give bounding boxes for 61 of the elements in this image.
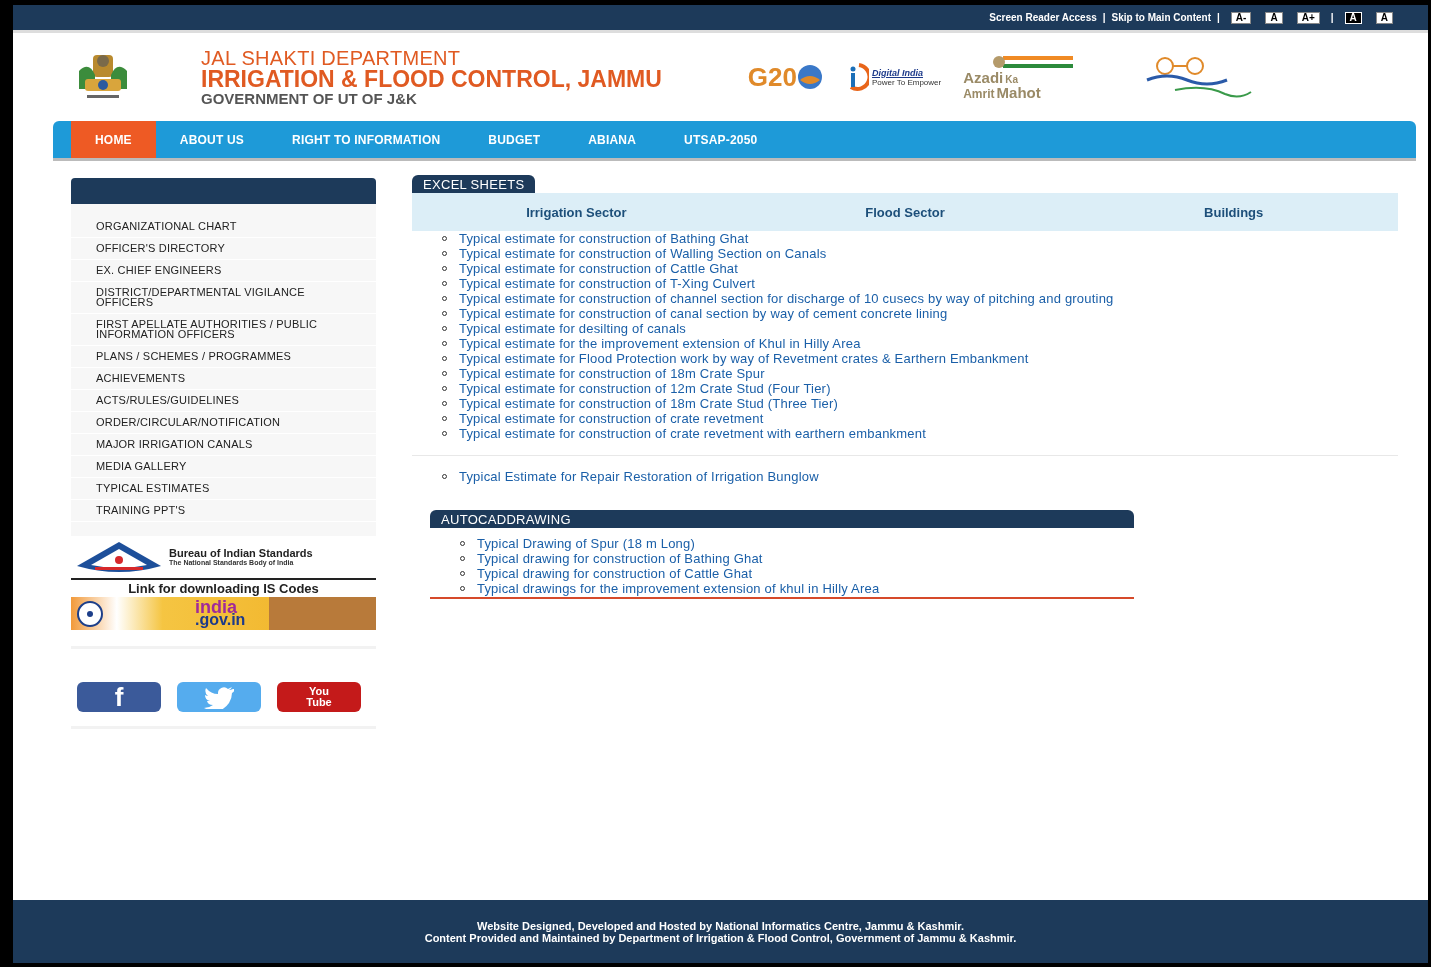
sector-tab[interactable]: Irrigation Sector xyxy=(412,204,741,220)
sidebar-item[interactable]: ACTS/RULES/GUIDELINES xyxy=(71,390,376,412)
font-size-button[interactable]: A+ xyxy=(1296,11,1320,24)
document-link[interactable]: Typical estimate for construction of 18m Crate Spur xyxy=(459,366,765,381)
document-link[interactable]: Typical estimate for construction of channel section for discharge of 10 cusecs by way of pitching and grouting xyxy=(459,291,1114,306)
section-heading: EXCEL SHEETS xyxy=(412,175,536,193)
sidebar-item[interactable]: ACHIEVEMENTS xyxy=(71,368,376,390)
document-link[interactable]: Typical Estimate for Repair Restoration of Irrigation Bunglow xyxy=(459,469,819,484)
youtube-button[interactable]: You Tube xyxy=(277,682,361,712)
font-size-button[interactable]: A xyxy=(1375,11,1393,24)
logo[interactable]: Digital India Power To Empower xyxy=(845,63,942,91)
bis-title: Bureau of Indian Standards xyxy=(169,548,313,559)
separator: | xyxy=(1101,12,1107,23)
footer-text: Website Designed, Developed and Hosted by National Informatics Centre, Jammu & Kashmir. xyxy=(477,919,964,932)
document-link[interactable]: Typical estimate for construction of canal section by way of cement concrete lining xyxy=(459,306,948,321)
sidebar-item[interactable]: PLANS / SCHEMES / PROGRAMMES xyxy=(71,346,376,368)
facebook-button[interactable]: f xyxy=(77,682,161,712)
sidebar-item[interactable]: EX. CHIEF ENGINEERS xyxy=(71,260,376,282)
document-link[interactable]: Typical estimate for construction of 12m Crate Stud (Four Tier) xyxy=(459,381,831,396)
sidebar-item[interactable]: TYPICAL ESTIMATES xyxy=(71,478,376,500)
separator: | xyxy=(1329,12,1335,23)
document-link[interactable]: Typical estimate for the improvement extension of Khul in Hilly Area xyxy=(459,336,861,351)
separator: | xyxy=(1216,12,1221,23)
sector-tab[interactable]: Flood Sector xyxy=(740,204,1070,220)
document-link[interactable]: Typical drawings for the improvement extension of khul in Hilly Area xyxy=(477,581,880,596)
top-link[interactable]: Screen Reader Access xyxy=(989,12,1097,23)
globe-icon xyxy=(797,64,823,90)
document-link[interactable]: Typical estimate for desilting of canals xyxy=(459,321,686,336)
site-title: IRRIGATION & FLOOD CONTROL, JAMMU xyxy=(201,68,662,91)
department-name: JAL SHAKTI DEPARTMENT xyxy=(201,48,462,68)
bird-icon xyxy=(204,685,234,709)
document-link[interactable]: Typical estimate for construction of crate revetment xyxy=(459,411,764,426)
document-link[interactable]: Typical Drawing of Spur (18 m Long) xyxy=(477,536,695,551)
document-link[interactable]: Typical estimate for construction of Cattle Ghat xyxy=(459,261,739,276)
sidebar-item[interactable]: MEDIA GALLERY xyxy=(71,456,376,478)
sidebar-item[interactable]: FIRST APELLATE AUTHORITIES / PUBLIC INFORMATION OFFICERS xyxy=(71,314,376,346)
document-link[interactable]: Typical estimate for construction of Walling Section on Canals xyxy=(459,246,827,261)
footer-text: Content Provided and Maintained by Department of Irrigation & Flood Control, Government of Jammu & Kashmir. xyxy=(424,931,1017,944)
document-link[interactable]: Typical estimate for construction of Bathing Ghat xyxy=(459,231,749,246)
government-name: GOVERNMENT OF UT OF J&K xyxy=(201,91,418,106)
document-link[interactable]: Typical drawing for construction of Bathing Ghat xyxy=(477,551,763,566)
section-heading: AUTOCADDRAWING xyxy=(430,510,1134,528)
wheel-icon xyxy=(75,598,105,629)
top-link[interactable]: Skip to Main Content xyxy=(1111,12,1212,23)
sidebar-item[interactable]: MAJOR IRRIGATION CANALS xyxy=(71,434,376,456)
font-size-button[interactable]: A- xyxy=(1230,11,1252,24)
document-link[interactable]: Typical estimate for construction of crate revetment with earthern embankment xyxy=(459,426,926,441)
sector-tab[interactable]: Buildings xyxy=(1069,204,1398,220)
font-size-button[interactable]: A xyxy=(1265,11,1283,24)
sidebar-item[interactable]: OFFICER'S DIRECTORY xyxy=(71,238,376,260)
sidebar-item[interactable]: DISTRICT/DEPARTMENTAL VIGILANCE OFFICERS xyxy=(71,282,376,314)
sidebar-item[interactable]: TRAINING PPT'S xyxy=(71,500,376,522)
document-link[interactable]: Typical drawing for construction of Cattle Ghat xyxy=(477,566,753,581)
sidebar-item[interactable]: ORDER/CIRCULAR/NOTIFICATION xyxy=(71,412,376,434)
sidebar-item[interactable]: ORGANIZATIONAL CHART xyxy=(71,216,376,238)
document-link[interactable]: Typical estimate for construction of 18m Crate Stud (Three Tier) xyxy=(459,396,839,411)
is-codes-link[interactable]: Link for downloading IS Codes xyxy=(71,580,376,597)
document-link[interactable]: Typical estimate for Flood Protection work by way of Revetment crates & Earthern Embankment xyxy=(459,351,1029,366)
document-link[interactable]: Typical estimate for construction of T-Xing Culvert xyxy=(459,276,756,291)
font-size-button[interactable]: A xyxy=(1344,11,1362,24)
india-portal-banner[interactable]: india .gov.in xyxy=(71,597,376,630)
